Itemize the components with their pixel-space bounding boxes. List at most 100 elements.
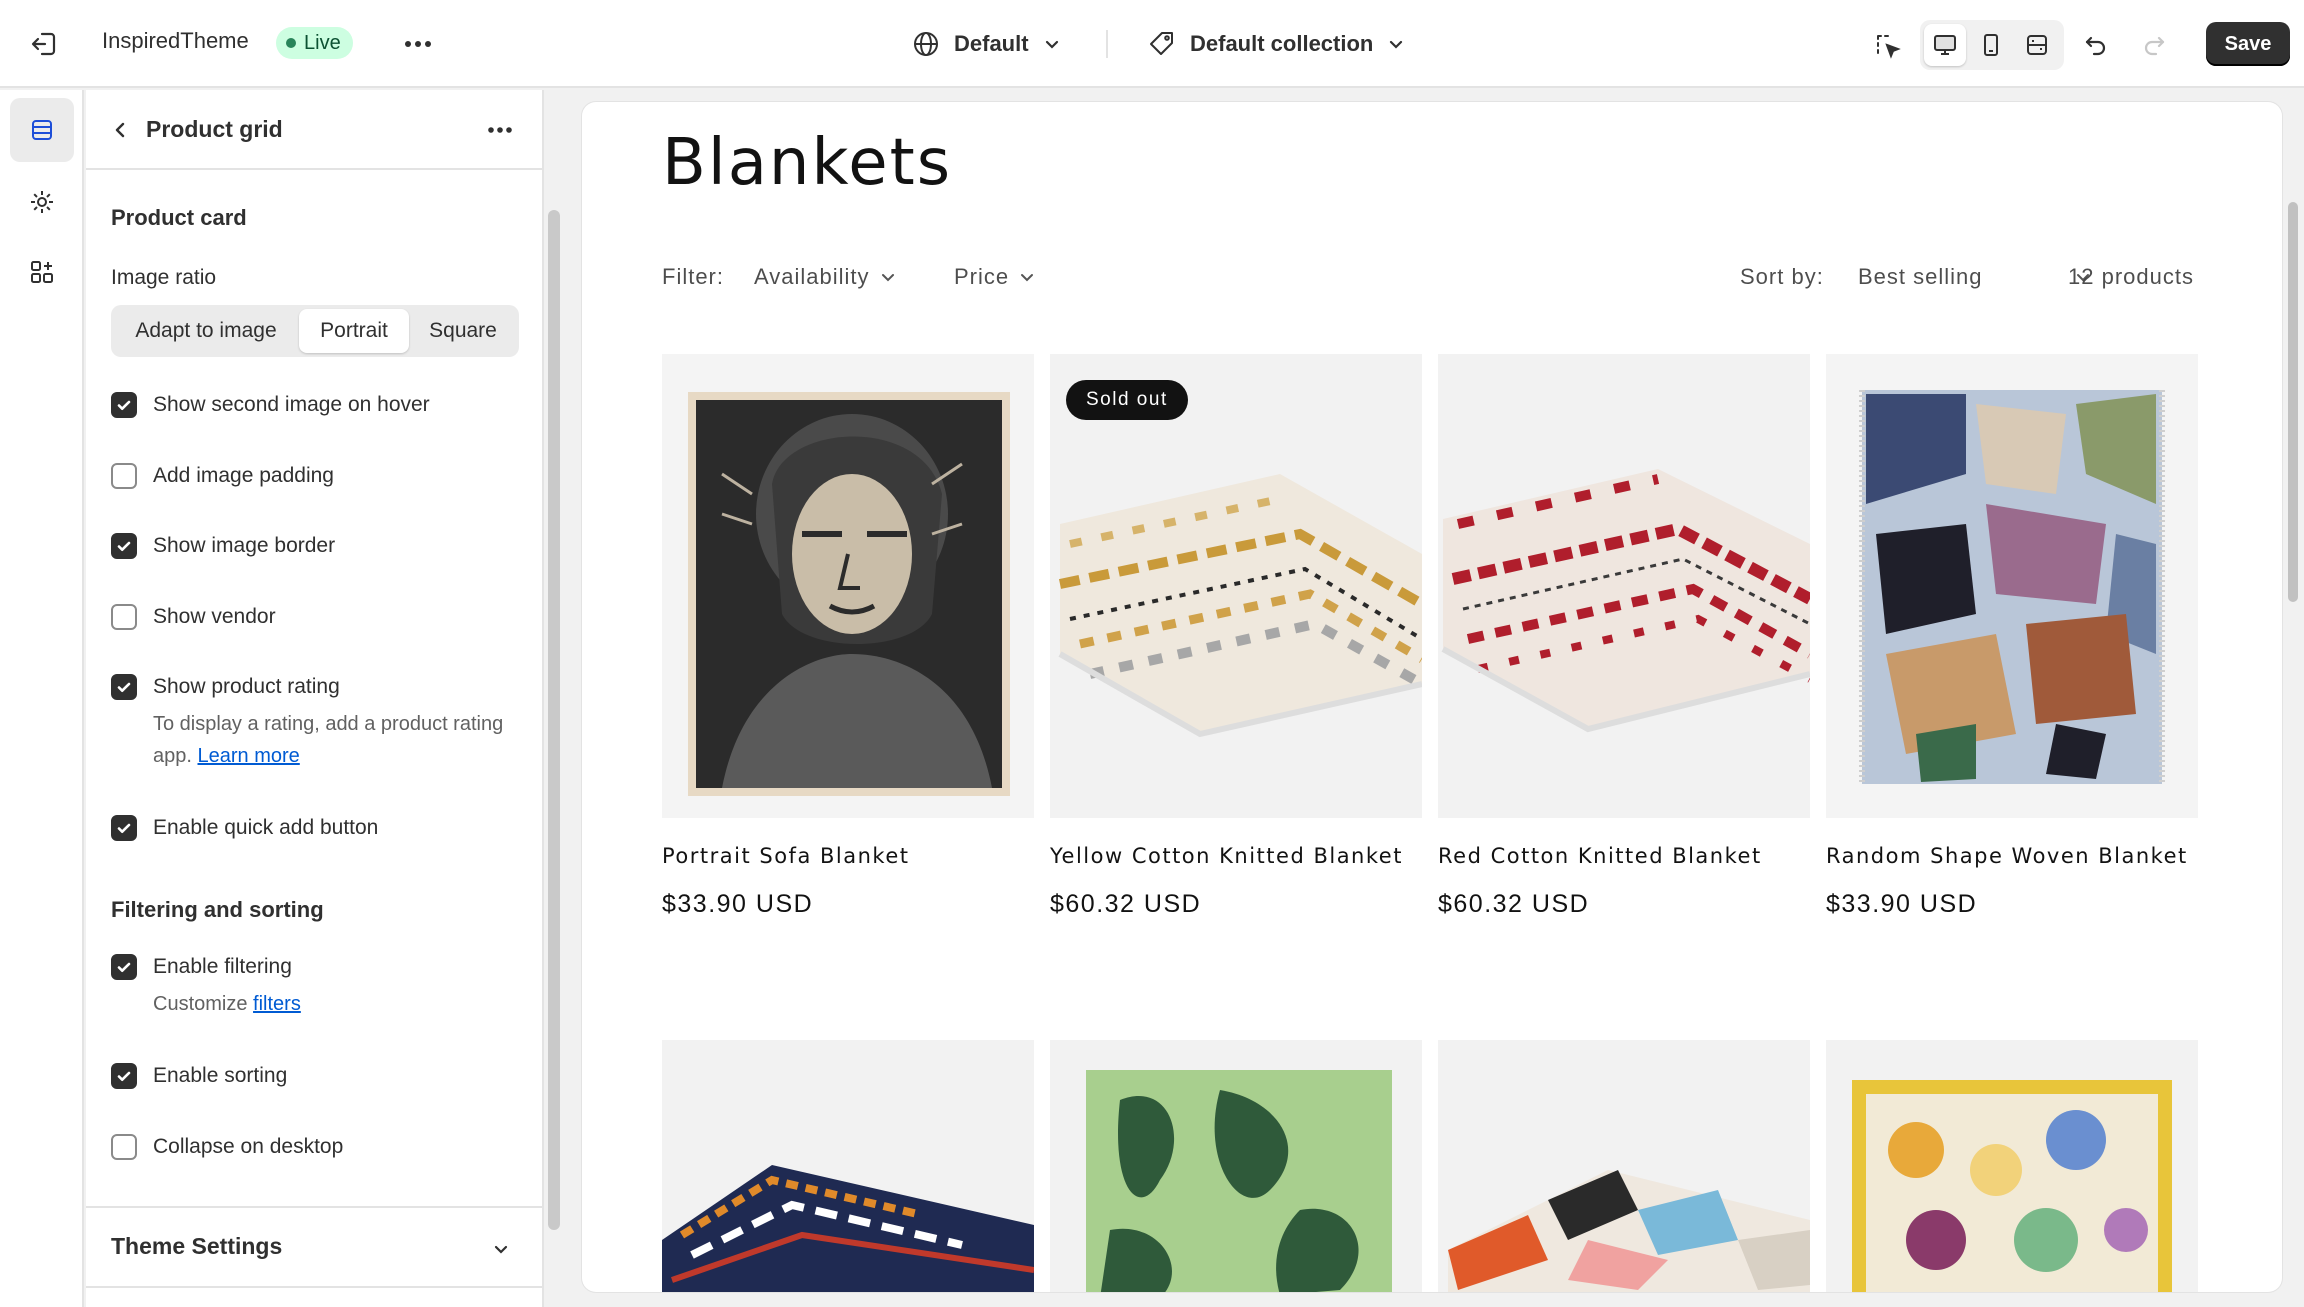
product-image[interactable] [662,354,1034,818]
geometric-blanket-image [1438,1040,1810,1292]
product-price: $33.90 USD [662,890,814,918]
show-vendor-checkbox[interactable]: Show vendor [111,602,276,632]
checkbox-unchecked-icon [111,604,137,630]
image-ratio-segmented-control: Adapt to image Portrait Square [111,305,519,357]
enable-quick-add-checkbox[interactable]: Enable quick add button [111,813,378,843]
theme-settings-accordion[interactable]: Theme Settings [86,1206,542,1288]
mobile-icon [1984,34,1998,56]
product-title[interactable]: Red Cotton Knitted Blanket [1438,844,1762,868]
product-image[interactable] [1438,354,1810,818]
show-image-border-label: Show image border [153,534,336,557]
product-image[interactable] [1438,1040,1810,1292]
tag-icon [1150,32,1173,55]
save-button[interactable]: Save [2206,22,2290,66]
topbar-divider [1106,30,1108,58]
enable-filtering-label: Enable filtering [153,955,292,978]
availability-filter-dropdown[interactable]: Availability [754,264,896,290]
learn-more-link[interactable]: Learn more [198,745,300,767]
enable-filtering-checkbox[interactable]: Enable filtering [111,952,292,982]
product-image[interactable] [662,1040,1034,1292]
theme-settings-title: Theme Settings [111,1233,283,1259]
preview-scrollbar-thumb[interactable] [2288,202,2298,602]
preview-scrollbar[interactable] [2282,102,2300,1292]
show-product-rating-checkbox[interactable]: Show product rating [111,672,340,702]
panel-title: Product grid [146,116,283,142]
show-product-rating-label: Show product rating [153,675,340,698]
show-second-image-label: Show second image on hover [153,393,430,416]
checkbox-checked-icon [111,954,137,980]
template-selector[interactable]: Default collection [1148,24,1405,64]
product-image[interactable] [1826,1040,2198,1292]
filtering-help-text: Customize filters [153,988,513,1020]
show-vendor-label: Show vendor [153,605,276,628]
mobile-view-button[interactable] [1970,24,2012,66]
sections-icon [32,120,52,140]
section-actions-button[interactable] [480,112,520,148]
theme-settings-nav-button[interactable] [10,170,74,234]
red-knitted-blanket-image [1438,354,1810,818]
inspector-icon [1877,35,1901,59]
editor-sidebar-rail [0,90,84,1307]
desktop-icon [1934,35,1956,55]
apps-nav-button[interactable] [10,240,74,304]
chevron-down-icon [1021,274,1034,282]
image-ratio-option-portrait[interactable]: Portrait [299,309,409,353]
product-image[interactable]: Sold out [1050,354,1422,818]
random-shape-blanket-image [1826,354,2198,818]
chevron-down-icon [881,274,894,282]
enable-sorting-checkbox[interactable]: Enable sorting [111,1061,287,1091]
exit-editor-button[interactable] [26,26,62,62]
product-title[interactable]: Portrait Sofa Blanket [662,844,909,868]
sort-by-select[interactable]: Best selling [1858,264,2091,290]
add-image-padding-checkbox[interactable]: Add image padding [111,461,334,491]
undo-button[interactable] [2076,26,2116,66]
price-filter-dropdown[interactable]: Price [954,264,1035,290]
device-preview-toggle [1920,20,2064,70]
yellow-knitted-blanket-image [1050,354,1422,818]
chevron-left-icon [115,122,125,138]
more-horizontal-icon [488,127,512,133]
product-count: 12 products [2068,264,2194,289]
fullscreen-view-button[interactable] [2016,24,2058,66]
collection-title: Blankets [662,126,953,200]
exit-icon [31,32,56,56]
live-dot-icon [286,38,296,48]
image-ratio-option-adapt[interactable]: Adapt to image [115,309,297,353]
sold-out-badge: Sold out [1066,380,1188,420]
section-settings-panel: Product grid Product card Image ratio Ad… [86,90,544,1307]
editor-topbar: InspiredTheme Live Default Default colle… [0,0,2304,88]
sections-nav-button[interactable] [10,98,74,162]
panel-scrollbar-thumb[interactable] [548,210,560,1230]
panel-scrollbar[interactable] [544,90,564,1307]
product-rating-help-text: To display a rating, add a product ratin… [153,708,513,772]
collapse-on-desktop-label: Collapse on desktop [153,1135,344,1158]
product-title[interactable]: Random Shape Woven Blanket [1826,844,2188,868]
navy-pattern-blanket-image [662,1040,1034,1292]
live-status-badge: Live [276,27,353,59]
desktop-view-button[interactable] [1924,24,1966,66]
product-image[interactable] [1050,1040,1422,1292]
inspector-toggle-button[interactable] [1868,26,1908,66]
image-ratio-label: Image ratio [111,266,217,289]
show-image-border-checkbox[interactable]: Show image border [111,531,335,561]
product-price: $60.32 USD [1438,890,1590,918]
show-second-image-checkbox[interactable]: Show second image on hover [111,390,430,420]
collapse-on-desktop-checkbox[interactable]: Collapse on desktop [111,1132,343,1162]
back-button[interactable] [102,112,138,148]
enable-quick-add-label: Enable quick add button [153,816,379,839]
chevron-down-icon [1390,40,1403,49]
product-image[interactable] [1826,354,2198,818]
image-ratio-option-square[interactable]: Square [411,309,515,353]
sort-by-label: Sort by: [1740,264,1824,289]
theme-name: InspiredTheme [102,28,249,53]
checkbox-checked-icon [111,1063,137,1089]
availability-filter-label: Availability [754,264,870,289]
checkbox-unchecked-icon [111,1134,137,1160]
product-title[interactable]: Yellow Cotton Knitted Blanket [1050,844,1403,868]
locale-selector[interactable]: Default [912,24,1061,64]
illustrated-animals-blanket-image [1826,1040,2198,1292]
customize-filters-link[interactable]: filters [253,993,301,1015]
redo-button[interactable] [2134,26,2174,66]
template-label: Default collection [1190,31,1374,56]
theme-actions-button[interactable] [400,26,436,62]
